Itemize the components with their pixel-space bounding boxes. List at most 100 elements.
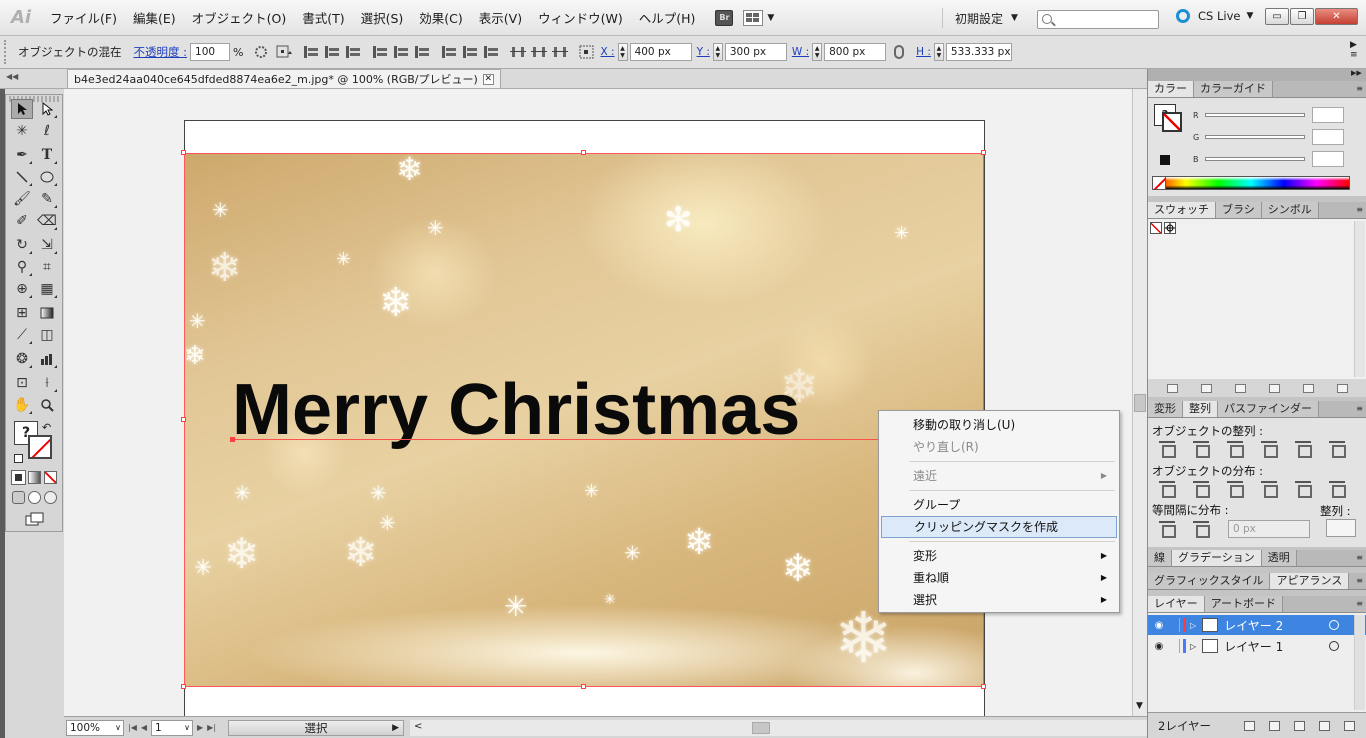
horizontal-scrollbar[interactable]: < bbox=[410, 719, 1147, 736]
menu-item-perspective[interactable]: 遠近 ▶ bbox=[881, 465, 1117, 487]
align-left-icon[interactable] bbox=[303, 45, 320, 59]
dock-collapse-icon[interactable]: ▶▶ bbox=[1148, 69, 1366, 81]
menu-effect[interactable]: 効果(C) bbox=[411, 8, 470, 27]
type-tool-icon[interactable]: T bbox=[36, 145, 58, 165]
align-right-icon[interactable] bbox=[1224, 440, 1246, 458]
resize-handle-top-right[interactable] bbox=[981, 150, 986, 155]
swap-fill-stroke-icon[interactable]: ↶ bbox=[42, 421, 51, 434]
default-fill-stroke-icon[interactable] bbox=[14, 454, 23, 463]
blue-value-field[interactable] bbox=[1312, 151, 1344, 167]
selection-tool-icon[interactable] bbox=[11, 99, 33, 119]
distribute-top-icon[interactable] bbox=[1156, 480, 1178, 498]
distribute-left-icon[interactable] bbox=[1258, 480, 1280, 498]
symbol-sprayer-tool-icon[interactable]: ❂ bbox=[11, 349, 33, 369]
x-stepper[interactable]: ▲ ▼ bbox=[617, 43, 628, 61]
w-stepper[interactable]: ▲ ▼ bbox=[812, 43, 823, 61]
canvas[interactable]: ❄ ✳ ✻ ✳ ❄ ✳ ✳ ❄ ✳ ❄ ❄ ✳ ✳ ✳ ✳ ❄ ❄ ✳ ✳ ❄ … bbox=[64, 89, 1132, 716]
scroll-thumb[interactable] bbox=[1134, 394, 1146, 412]
blend-tool-icon[interactable]: ◫ bbox=[36, 325, 58, 345]
tab-transform[interactable]: 変形 bbox=[1148, 401, 1183, 417]
swatch-library-icon[interactable] bbox=[1167, 383, 1179, 393]
align-vertical-center-icon[interactable] bbox=[393, 45, 410, 59]
expand-triangle-icon[interactable]: ▷ bbox=[1190, 621, 1196, 630]
scroll-left-icon[interactable]: < bbox=[414, 721, 422, 732]
y-label[interactable]: Y : bbox=[697, 46, 710, 58]
tab-graphic-styles[interactable]: グラフィックスタイル bbox=[1148, 573, 1271, 589]
opacity-field[interactable]: 100 bbox=[190, 43, 231, 61]
free-transform-tool-icon[interactable]: ⌗ bbox=[36, 257, 58, 277]
align-left-icon[interactable] bbox=[1156, 440, 1178, 458]
align-bottom-icon[interactable] bbox=[414, 45, 431, 59]
y-stepper[interactable]: ▲ ▼ bbox=[712, 43, 723, 61]
gradient-icon[interactable] bbox=[28, 471, 41, 484]
draw-behind-icon[interactable] bbox=[28, 491, 41, 504]
menu-window[interactable]: ウィンドウ(W) bbox=[530, 8, 631, 27]
width-tool-icon[interactable]: ⚲ bbox=[11, 257, 33, 277]
resize-handle-left[interactable] bbox=[181, 417, 186, 422]
layer-name[interactable]: レイヤー 1 bbox=[1224, 638, 1283, 655]
stroke-swatch[interactable] bbox=[28, 435, 52, 459]
gradient-tool-icon[interactable] bbox=[36, 303, 58, 323]
trash-icon[interactable] bbox=[1336, 383, 1348, 393]
layer-target-icon[interactable] bbox=[1329, 641, 1339, 651]
previous-artboard-icon[interactable]: ◀ bbox=[141, 723, 147, 732]
tab-align[interactable]: 整列 bbox=[1183, 401, 1218, 417]
distribute-bottom-icon[interactable] bbox=[1224, 480, 1246, 498]
new-color-group-icon[interactable] bbox=[1268, 383, 1280, 393]
w-field[interactable]: 800 px bbox=[824, 43, 887, 61]
layer-name[interactable]: レイヤー 2 bbox=[1224, 617, 1283, 634]
distribute-center-icon[interactable] bbox=[1292, 480, 1314, 498]
stroke-swatch[interactable] bbox=[1162, 112, 1182, 132]
distribute-top-icon[interactable] bbox=[441, 45, 458, 59]
h-label[interactable]: H : bbox=[916, 46, 931, 58]
menu-view[interactable]: 表示(V) bbox=[471, 8, 530, 27]
transform-reference-icon[interactable] bbox=[579, 45, 595, 59]
tab-layers[interactable]: レイヤー bbox=[1148, 596, 1205, 612]
none-icon[interactable] bbox=[44, 471, 57, 484]
distribute-horizontal-center-icon[interactable] bbox=[531, 45, 548, 59]
panel-menu-icon[interactable]: ≡ bbox=[1356, 404, 1363, 413]
resize-handle-bottom[interactable] bbox=[581, 684, 586, 689]
distribute-right-icon[interactable] bbox=[552, 45, 569, 59]
draw-normal-icon[interactable] bbox=[12, 491, 25, 504]
artboard-tool-icon[interactable]: ⊡ bbox=[11, 373, 33, 393]
visibility-eye-icon[interactable]: ◉ bbox=[1152, 620, 1166, 631]
panel-menu-icon[interactable]: ≡ bbox=[1356, 599, 1363, 608]
visibility-eye-icon[interactable]: ◉ bbox=[1152, 641, 1166, 652]
menu-item-make-clipping-mask[interactable]: クリッピングマスクを作成 bbox=[881, 516, 1117, 538]
tab-color[interactable]: カラー bbox=[1148, 81, 1194, 97]
align-middle-icon[interactable] bbox=[1292, 440, 1314, 458]
arrange-documents-icon[interactable] bbox=[743, 9, 764, 26]
slice-tool-icon[interactable]: ⟊ bbox=[36, 373, 58, 393]
bridge-button[interactable]: Br bbox=[715, 9, 734, 26]
none-swatch[interactable] bbox=[1150, 222, 1162, 234]
registration-swatch[interactable] bbox=[1164, 222, 1176, 234]
tab-stroke[interactable]: 線 bbox=[1148, 550, 1172, 566]
restore-button[interactable]: ❐ bbox=[1290, 8, 1314, 25]
h-field[interactable]: 533.333 px bbox=[945, 43, 1012, 61]
scroll-thumb[interactable] bbox=[752, 721, 771, 734]
panel-menu-icon[interactable]: ≡ bbox=[1356, 205, 1363, 214]
magic-wand-tool-icon[interactable]: ✳ bbox=[11, 121, 33, 141]
blue-slider[interactable]: B bbox=[1193, 151, 1344, 167]
tab-symbols[interactable]: シンボル bbox=[1261, 202, 1319, 218]
panel-grip[interactable] bbox=[4, 40, 10, 64]
tab-artboards[interactable]: アートボード bbox=[1204, 596, 1284, 612]
pen-tool-icon[interactable]: ✒ bbox=[11, 145, 33, 165]
tab-gradient[interactable]: グラデーション bbox=[1172, 550, 1262, 566]
menu-item-transform[interactable]: 変形 ▶ bbox=[881, 545, 1117, 567]
show-swatch-kinds-icon[interactable] bbox=[1201, 383, 1213, 393]
none-swatch[interactable] bbox=[1152, 176, 1166, 190]
tab-color-guide[interactable]: カラーガイド bbox=[1194, 81, 1273, 97]
minimize-button[interactable]: ▭ bbox=[1265, 8, 1289, 25]
new-swatch-icon[interactable] bbox=[1302, 383, 1314, 393]
rotate-tool-icon[interactable]: ↻ bbox=[11, 235, 33, 255]
menu-edit[interactable]: 編集(E) bbox=[125, 8, 184, 27]
red-value-field[interactable] bbox=[1312, 107, 1344, 123]
tab-appearance[interactable]: アピアランス bbox=[1270, 573, 1350, 589]
chevron-down-icon[interactable]: ▼ bbox=[767, 13, 774, 23]
resize-handle-top-left[interactable] bbox=[181, 150, 186, 155]
swatch-options-icon[interactable] bbox=[1235, 383, 1247, 393]
collapse-icon[interactable]: ◀◀ bbox=[6, 72, 18, 81]
direct-selection-tool-icon[interactable] bbox=[36, 99, 58, 119]
